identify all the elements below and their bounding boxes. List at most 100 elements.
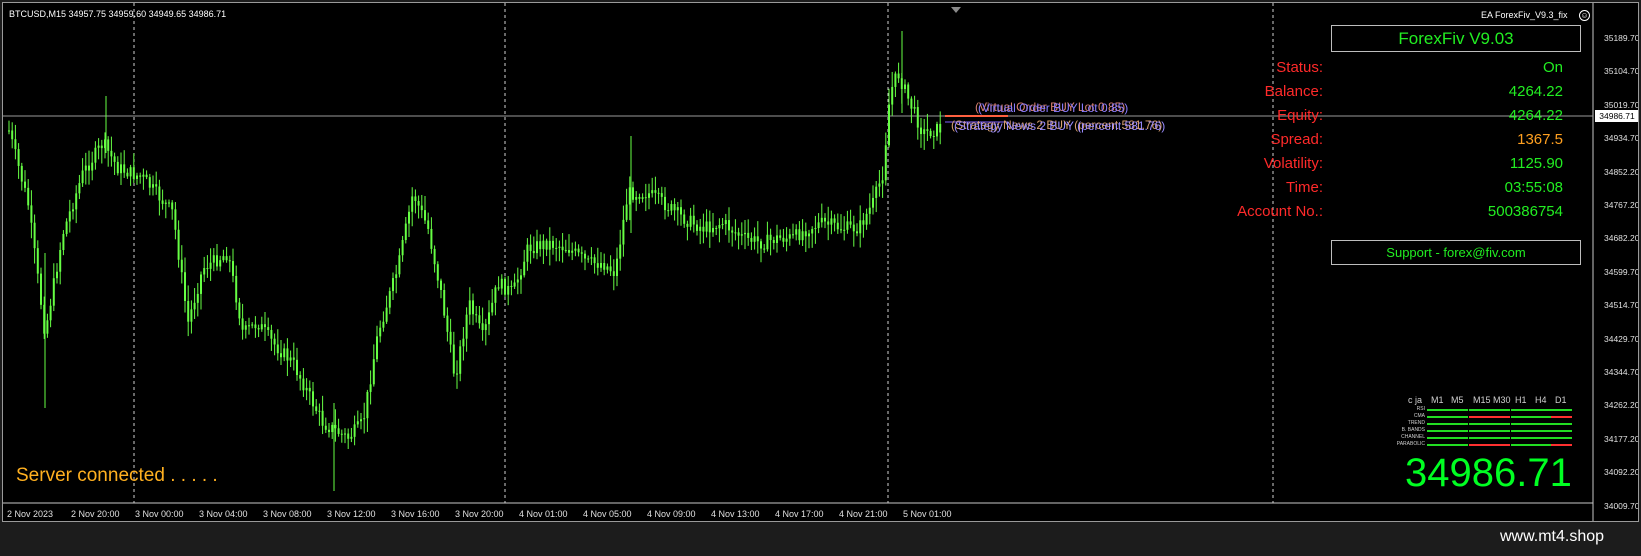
symbol-info: BTCUSD,M15 34957.75 34959.60 34949.65 34… xyxy=(9,9,227,19)
candle-body xyxy=(792,234,794,236)
candle-body xyxy=(750,237,753,242)
indicator-cell xyxy=(1427,416,1448,418)
candle-body xyxy=(136,175,138,179)
indicator-row-label: B. BANDS xyxy=(1401,427,1425,433)
candle-body xyxy=(120,164,122,174)
time-tick-label: 3 Nov 20:00 xyxy=(455,509,504,519)
candle-body xyxy=(318,410,321,412)
indicator-cell xyxy=(1469,416,1490,418)
candle-body xyxy=(315,406,318,411)
candle-body xyxy=(897,73,900,79)
candle-body xyxy=(152,184,154,188)
chart-window[interactable]: BTCUSD,M15 34957.75 34959.60 34949.65 34… xyxy=(2,2,1639,522)
candle-body xyxy=(244,325,247,330)
info-label: Volatility: xyxy=(1263,155,1323,172)
candle-body xyxy=(491,302,494,313)
candle-body xyxy=(577,248,580,253)
candle-body xyxy=(494,287,497,303)
timeframe-label: H1 xyxy=(1515,395,1527,405)
indicator-cell xyxy=(1489,416,1510,418)
candle-body xyxy=(433,248,436,265)
info-value: 4264.22 xyxy=(1508,107,1563,124)
indicator-cell xyxy=(1447,430,1468,432)
watermark: www.mt4.shop xyxy=(1500,528,1605,545)
candle-body xyxy=(552,240,554,248)
candle-body xyxy=(190,309,193,322)
indicator-cell xyxy=(1427,423,1448,425)
candle-body xyxy=(657,192,660,194)
candle-body xyxy=(180,259,183,273)
candle-body xyxy=(334,424,337,429)
smiley-icon[interactable]: ☺ xyxy=(1579,10,1590,21)
candle-body xyxy=(478,315,481,324)
candle-body xyxy=(27,187,30,206)
candle-body xyxy=(337,428,340,434)
candle-body xyxy=(46,320,49,334)
candle-body xyxy=(107,139,110,151)
candle-body xyxy=(81,170,84,184)
candle-body xyxy=(715,227,718,229)
info-value: 1367.5 xyxy=(1517,131,1563,148)
candle-body xyxy=(580,252,583,254)
candle-body xyxy=(849,221,852,225)
candle-body xyxy=(206,268,209,270)
candle-body xyxy=(625,204,628,220)
time-tick-label: 4 Nov 13:00 xyxy=(711,509,760,519)
support-contact: Support - forex@fiv.com xyxy=(1331,240,1581,265)
candle-body xyxy=(145,174,148,178)
candle-body xyxy=(292,357,295,360)
info-label: Equity: xyxy=(1277,107,1323,124)
info-label: Spread: xyxy=(1270,131,1323,148)
candle-body xyxy=(404,223,407,241)
candle-body xyxy=(510,285,513,287)
candle-body xyxy=(305,387,308,391)
candle-body xyxy=(408,211,410,224)
candle-body xyxy=(324,425,327,430)
candle-body xyxy=(72,209,74,212)
candle-body xyxy=(238,302,241,319)
candle-body xyxy=(760,241,762,249)
candle-body xyxy=(222,256,225,261)
indicator-cell xyxy=(1489,409,1510,411)
info-value: 4264.22 xyxy=(1508,83,1563,100)
candle-body xyxy=(91,162,94,171)
indicator-cell xyxy=(1511,444,1532,446)
candle-body xyxy=(587,258,590,260)
candle-body xyxy=(660,193,663,197)
indicator-cell xyxy=(1489,437,1510,439)
candle-body xyxy=(30,205,33,223)
candle-body xyxy=(920,127,922,135)
candle-body xyxy=(872,197,874,208)
candle-body xyxy=(539,241,542,250)
candle-body xyxy=(398,255,401,275)
indicator-cell xyxy=(1531,416,1552,418)
candle-body xyxy=(17,149,20,166)
candle-body xyxy=(280,353,282,358)
price-tick-label: 35104.70 xyxy=(1604,66,1639,77)
candle-body xyxy=(123,164,126,173)
candle-body xyxy=(344,433,346,435)
indicator-cell xyxy=(1469,423,1490,425)
candle-body xyxy=(24,181,26,188)
candle-body xyxy=(878,183,881,187)
candle-body xyxy=(8,130,10,132)
candle-body xyxy=(564,250,567,252)
candle-body xyxy=(203,268,206,275)
indicator-cell xyxy=(1551,416,1572,418)
candle-body xyxy=(702,226,705,232)
indicator-cell xyxy=(1531,430,1552,432)
time-tick-label: 3 Nov 08:00 xyxy=(263,509,312,519)
candle-body xyxy=(904,84,906,89)
chart-shift-marker[interactable] xyxy=(951,7,961,13)
indicator-cell xyxy=(1427,444,1448,446)
candle-body xyxy=(836,222,839,230)
indicator-cell xyxy=(1427,409,1448,411)
price-tick-label: 35189.70 xyxy=(1604,33,1639,43)
candle-body xyxy=(302,378,305,391)
candle-body xyxy=(395,274,398,279)
candle-body xyxy=(241,318,244,330)
candle-body xyxy=(724,220,727,225)
candle-body xyxy=(936,123,938,137)
candle-body xyxy=(267,327,270,331)
time-tick-label: 5 Nov 01:00 xyxy=(903,509,952,519)
